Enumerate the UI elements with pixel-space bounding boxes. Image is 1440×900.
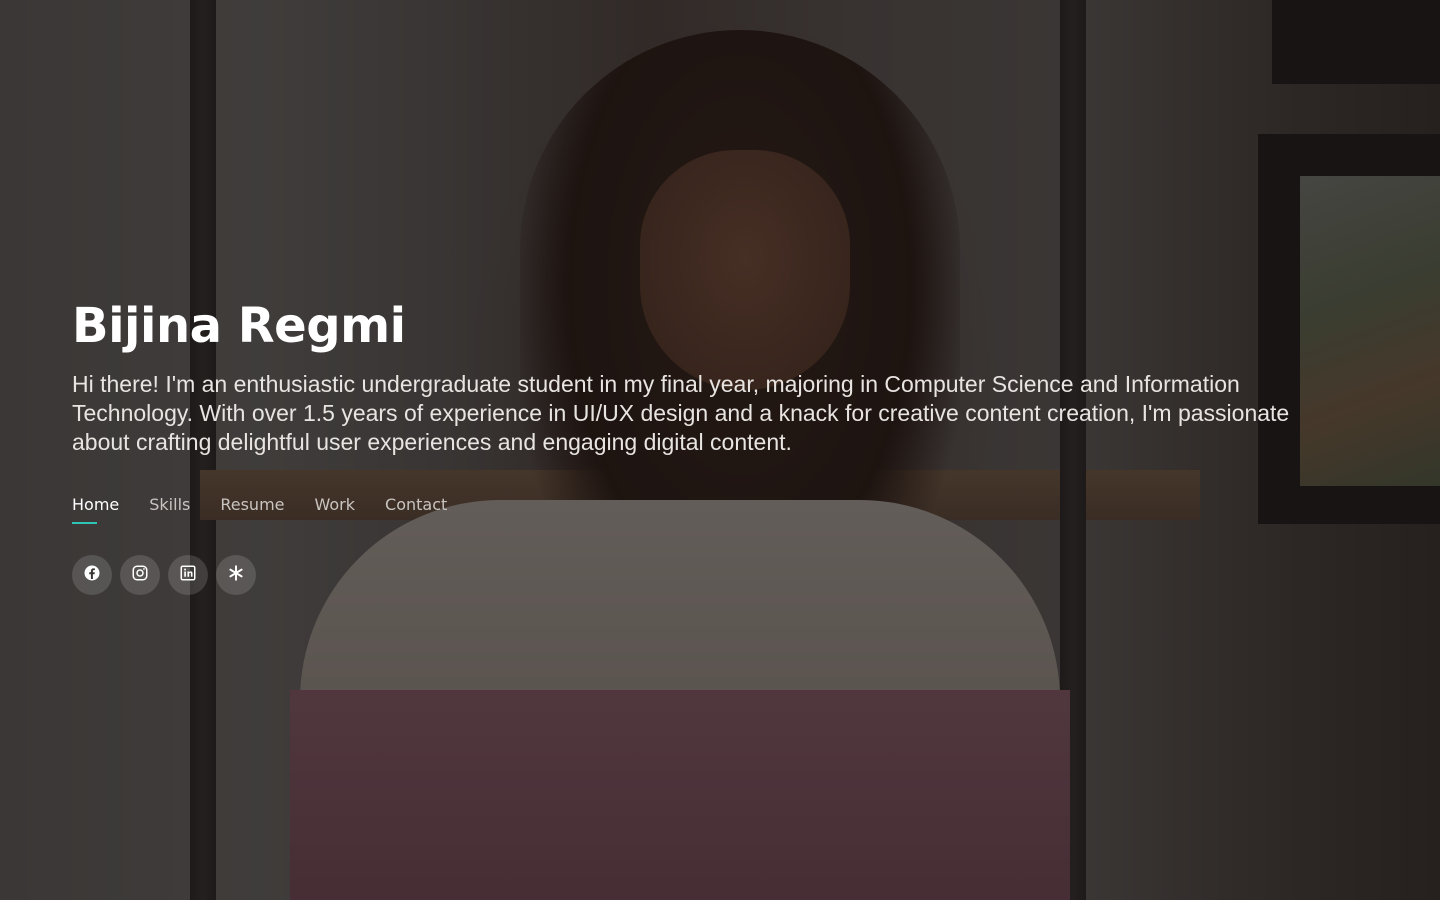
hero-section: Bijina Regmi Hi there! I'm an enthusiast… <box>72 296 1332 595</box>
facebook-icon <box>83 564 101 587</box>
nav-item-resume[interactable]: Resume <box>220 495 284 527</box>
instagram-icon <box>131 564 149 587</box>
instagram-button[interactable] <box>120 555 160 595</box>
main-nav: Home Skills Resume Work Contact <box>72 495 1332 527</box>
nav-item-skills[interactable]: Skills <box>149 495 190 527</box>
linkedin-button[interactable] <box>168 555 208 595</box>
dribbble-icon <box>227 564 245 587</box>
linkedin-icon <box>179 564 197 587</box>
social-links <box>72 555 1332 595</box>
nav-item-home[interactable]: Home <box>72 495 119 527</box>
nav-item-contact[interactable]: Contact <box>385 495 447 527</box>
profile-name: Bijina Regmi <box>72 298 406 354</box>
facebook-button[interactable] <box>72 555 112 595</box>
dribbble-button[interactable] <box>216 555 256 595</box>
profile-bio: Hi there! I'm an enthusiastic undergradu… <box>72 371 1290 455</box>
nav-item-work[interactable]: Work <box>315 495 356 527</box>
